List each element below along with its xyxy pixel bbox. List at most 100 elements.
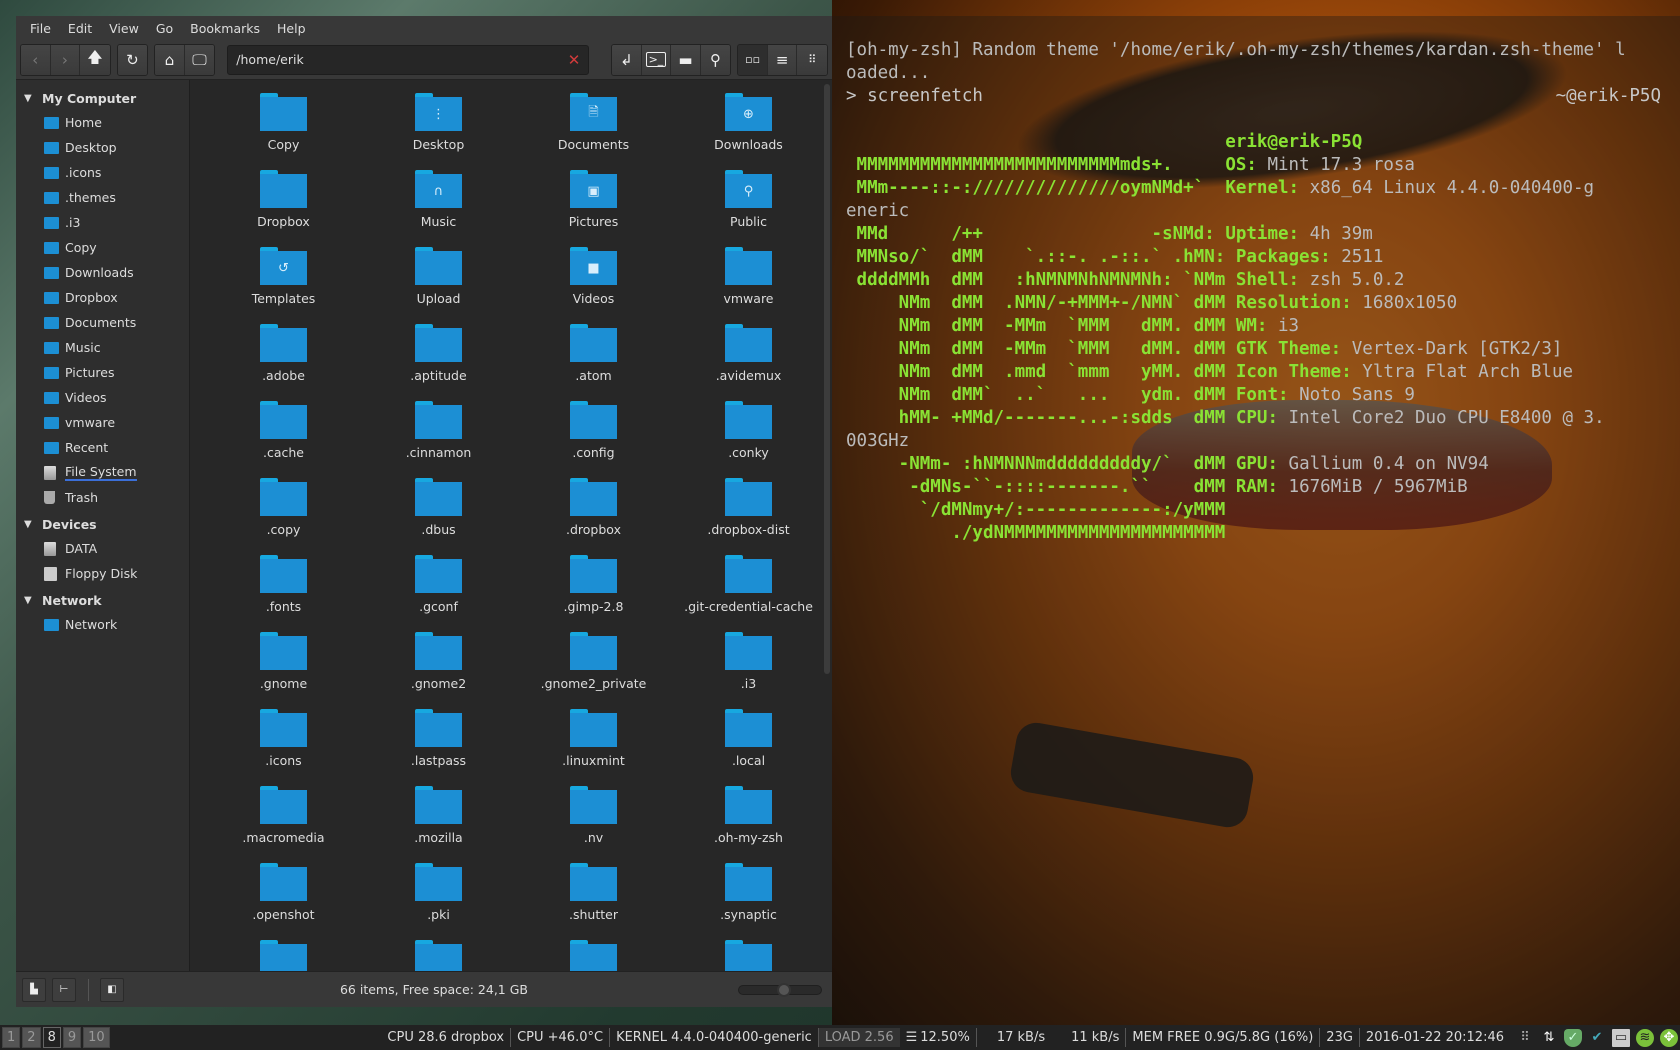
home-button[interactable]: ⌂ — [155, 44, 185, 75]
file-item[interactable]: Upload — [361, 244, 516, 321]
toggle-location-button[interactable]: ↲ — [612, 44, 642, 75]
new-folder-button[interactable]: ▬ — [671, 44, 701, 75]
sidebar-item-desktop[interactable]: Desktop — [16, 135, 189, 160]
icon-view-button[interactable]: ▫▫ — [738, 44, 768, 75]
hide-sidebar-button[interactable]: ◧ — [100, 977, 124, 1002]
file-item[interactable] — [206, 937, 361, 971]
file-item[interactable]: ∩ Music — [361, 167, 516, 244]
workspace-button[interactable]: 2 — [22, 1027, 41, 1048]
file-item[interactable]: vmware — [671, 244, 826, 321]
sidebar-item-videos[interactable]: Videos — [16, 385, 189, 410]
compact-view-button[interactable]: ⠿ — [797, 44, 828, 75]
file-item[interactable]: .openshot — [206, 860, 361, 937]
file-item[interactable]: ■ Videos — [516, 244, 671, 321]
sidebar-item-downloads[interactable]: Downloads — [16, 260, 189, 285]
sidebar-item-dot-i3[interactable]: .i3 — [16, 210, 189, 235]
file-item[interactable]: .cinnamon — [361, 398, 516, 475]
file-item[interactable]: .adobe — [206, 321, 361, 398]
shield-icon[interactable]: ✓ — [1564, 1028, 1582, 1047]
reload-button[interactable]: ↻ — [117, 44, 148, 75]
file-item[interactable]: .gimp-2.8 — [516, 552, 671, 629]
network-transfer-icon[interactable]: ⇅ — [1540, 1029, 1558, 1047]
file-view[interactable]: Copy ⋮ Desktop 🗎 Documents ⊕ Downloads Drop… — [190, 80, 832, 971]
sidebar-section-header[interactable]: ▼ Devices — [16, 512, 189, 536]
file-item[interactable]: .config — [516, 398, 671, 475]
sidebar-item-music[interactable]: Music — [16, 335, 189, 360]
zoom-slider[interactable] — [738, 982, 822, 997]
sidebar-item-file-system[interactable]: File System — [16, 460, 189, 485]
sidebar-item-dot-icons[interactable]: .icons — [16, 160, 189, 185]
sidebar-item-documents[interactable]: Documents — [16, 310, 189, 335]
file-item[interactable]: .gnome2_private — [516, 629, 671, 706]
file-item[interactable]: .linuxmint — [516, 706, 671, 783]
sidebar-item-recent[interactable]: Recent — [16, 435, 189, 460]
file-item[interactable]: .avidemux — [671, 321, 826, 398]
file-item[interactable]: .lastpass — [361, 706, 516, 783]
sidebar-item-pictures[interactable]: Pictures — [16, 360, 189, 385]
search-button[interactable]: ⚲ — [700, 44, 731, 75]
computer-button[interactable]: 🖵 — [184, 44, 215, 75]
file-item[interactable]: .i3 — [671, 629, 826, 706]
file-item[interactable]: .conky — [671, 398, 826, 475]
file-item[interactable]: ⋮ Desktop — [361, 90, 516, 167]
file-item[interactable]: .dbus — [361, 475, 516, 552]
forward-button[interactable]: › — [50, 44, 81, 75]
vertical-scrollbar[interactable] — [824, 84, 830, 674]
file-item[interactable]: ⚲ Public — [671, 167, 826, 244]
monitor-icon[interactable]: ▭ — [1612, 1028, 1630, 1047]
file-item[interactable]: .dropbox — [516, 475, 671, 552]
sidebar-item-vmware[interactable]: vmware — [16, 410, 189, 435]
file-item[interactable]: .gconf — [361, 552, 516, 629]
clear-location-icon[interactable]: ✕ — [568, 51, 581, 69]
sidebar-item-network[interactable]: Network — [16, 612, 189, 637]
open-terminal-button[interactable]: >_ — [641, 44, 672, 75]
menu-edit[interactable]: Edit — [61, 21, 102, 36]
zoom-slider-knob[interactable] — [777, 982, 791, 997]
file-item[interactable]: .local — [671, 706, 826, 783]
back-button[interactable]: ‹ — [21, 44, 51, 75]
file-item[interactable]: .synaptic — [671, 860, 826, 937]
menu-help[interactable]: Help — [270, 21, 316, 36]
expander-icon[interactable]: ▼ — [24, 93, 42, 104]
file-item[interactable]: Dropbox — [206, 167, 361, 244]
file-item[interactable]: ⊕ Downloads — [671, 90, 826, 167]
file-item[interactable]: .shutter — [516, 860, 671, 937]
file-item[interactable]: .dropbox-dist — [671, 475, 826, 552]
sidebar-item-data[interactable]: DATA — [16, 536, 189, 561]
file-item[interactable]: .pki — [361, 860, 516, 937]
grid-icon[interactable]: ⠿ — [1516, 1029, 1534, 1047]
file-item[interactable]: .git-credential-cache — [671, 552, 826, 629]
file-item[interactable]: ↺ Templates — [206, 244, 361, 321]
file-item[interactable]: .icons — [206, 706, 361, 783]
file-item[interactable]: .nv — [516, 783, 671, 860]
show-tree-button[interactable]: ⊢ — [52, 977, 76, 1002]
sidebar-section-header[interactable]: ▼ My Computer — [16, 86, 189, 110]
location-bar[interactable]: /home/erik ✕ — [227, 44, 590, 75]
workspace-button[interactable]: 10 — [83, 1027, 110, 1048]
file-item[interactable]: .oh-my-zsh — [671, 783, 826, 860]
sidebar-item-home[interactable]: Home — [16, 110, 189, 135]
show-places-button[interactable]: ▙ — [22, 977, 46, 1002]
sidebar-item-floppy-disk[interactable]: Floppy Disk — [16, 561, 189, 586]
expander-icon[interactable]: ▼ — [24, 519, 42, 530]
file-item[interactable] — [361, 937, 516, 971]
sidebar-item-copy[interactable]: Copy — [16, 235, 189, 260]
workspace-button[interactable]: 9 — [62, 1027, 82, 1048]
file-item[interactable]: .macromedia — [206, 783, 361, 860]
file-item[interactable]: .mozilla — [361, 783, 516, 860]
file-item[interactable] — [516, 937, 671, 971]
sidebar-item-dot-themes[interactable]: .themes — [16, 185, 189, 210]
file-item[interactable]: Copy — [206, 90, 361, 167]
menu-bookmarks[interactable]: Bookmarks — [183, 21, 270, 36]
workspace-button[interactable]: 1 — [2, 1027, 21, 1048]
list-view-button[interactable]: ≡ — [767, 44, 798, 75]
file-item[interactable]: .atom — [516, 321, 671, 398]
feather-icon[interactable]: ✔ — [1588, 1029, 1606, 1047]
file-item[interactable]: .gnome2 — [361, 629, 516, 706]
file-item[interactable]: .gnome — [206, 629, 361, 706]
sidebar-item-dropbox[interactable]: Dropbox — [16, 285, 189, 310]
file-item[interactable]: .fonts — [206, 552, 361, 629]
up-button[interactable]: 🡅 — [80, 44, 110, 75]
file-item[interactable]: .aptitude — [361, 321, 516, 398]
menu-view[interactable]: View — [102, 21, 149, 36]
